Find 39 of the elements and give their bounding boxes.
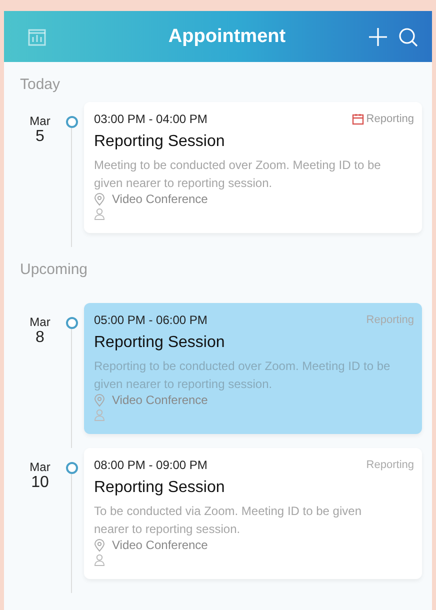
appointment-title: Reporting Session [94,133,226,151]
header-title: Appointment [167,26,287,48]
time-range: 05:00 PM - 06:00 PM [94,313,208,327]
timeline-dot [66,116,78,128]
location-pin-icon [94,538,105,552]
date-month: Mar [30,114,50,128]
date-month: Mar [30,315,50,329]
appointment-description: Meeting to be conducted over Zoom. Meeting ID to be given nearer to reporting session. [94,157,382,192]
location-pin-icon [94,192,105,206]
add-icon[interactable] [368,26,388,46]
appointment-title: Reporting Session [94,334,226,352]
search-icon[interactable] [398,26,418,46]
category-label: Reporting [366,459,414,471]
location-pin-icon [94,394,105,406]
appointment-description: Reporting to be conducted over Zoom. Meeting ID to be given nearer to reporting session. [94,358,392,393]
date-day: 5 [36,128,44,146]
appointment-card[interactable]: 08:00 PM - 09:00 PM Reporting Reporting Session To be conducted via Zoom. Meeting ID to be given nearer to reporting session. Video Conference [84,448,422,579]
category-label: Reporting [366,113,414,125]
date-month: Mar [30,460,50,474]
person-icon [94,208,105,220]
appointment-title: Reporting Session [94,479,226,497]
category-label: Reporting [366,314,414,326]
location-text: Video Conference [112,192,208,206]
person-icon [94,409,105,421]
date-day: 8 [36,329,44,347]
appointment-card[interactable]: 03:00 PM - 04:00 PM Reporting Reporting Session Meeting to be conducted over Zoom. Meeting ID to be given nearer to reporting session. Video Conference [84,102,422,233]
time-range: 08:00 PM - 09:00 PM [94,458,208,472]
timeline-dot [66,317,78,329]
date-day: 10 [31,474,49,492]
calendar-icon [352,113,364,125]
appointment-card[interactable]: 05:00 PM - 06:00 PM Reporting Reporting Session Reporting to be conducted over Zoom. Meeting ID to be given nearer to reporting session. Video Conference [84,303,422,434]
appointment-description: To be conducted via Zoom. Meeting ID to be given nearer to reporting session. [94,503,362,538]
location-text: Video Conference [112,393,208,407]
time-range: 03:00 PM - 04:00 PM [94,112,208,126]
section-heading: Upcoming [20,260,89,280]
location-text: Video Conference [112,538,208,552]
timeline-dot [66,462,78,474]
person-icon [94,554,105,566]
section-heading: Today [20,75,62,95]
